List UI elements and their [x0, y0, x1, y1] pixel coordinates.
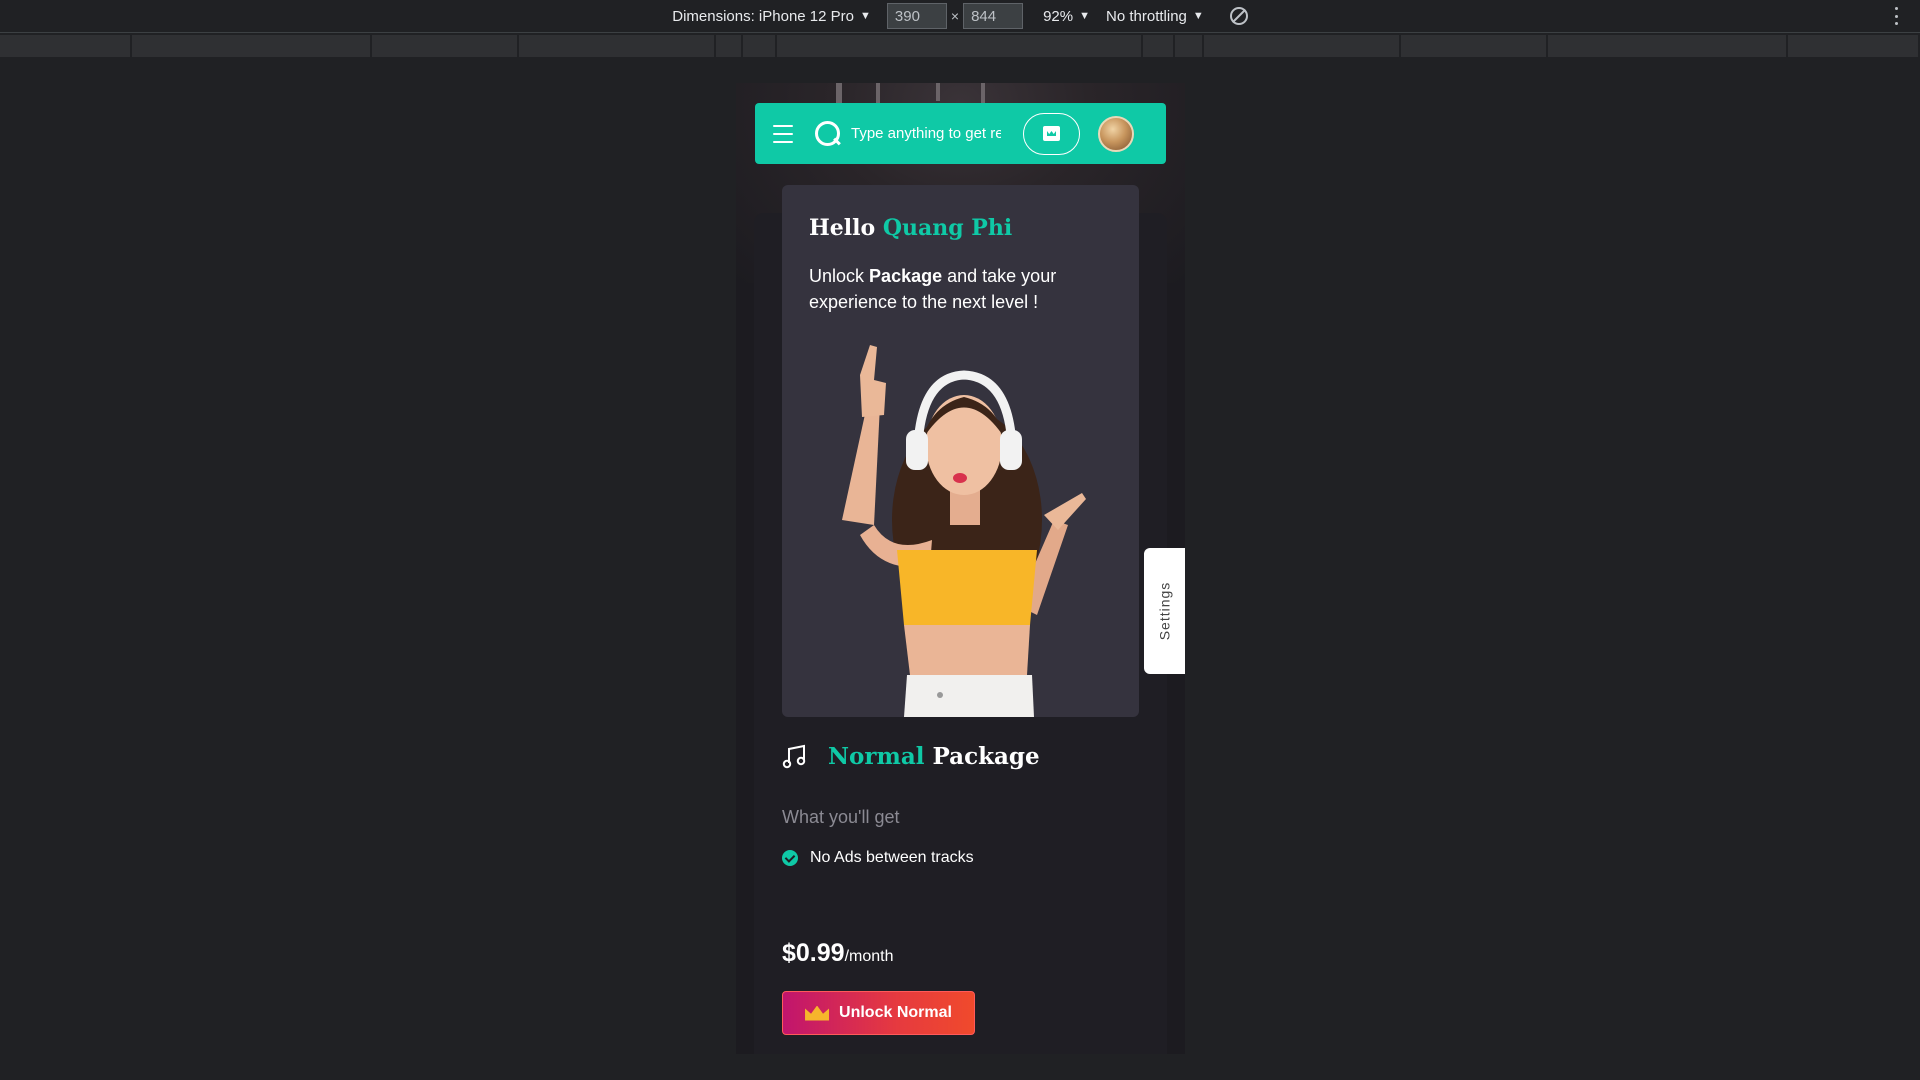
price-amount: $0.99 — [782, 939, 845, 967]
settings-label: Settings — [1156, 581, 1173, 641]
promo-text-bold: Package — [869, 266, 943, 286]
music-note-icon — [782, 744, 806, 768]
menu-icon[interactable] — [773, 124, 793, 143]
settings-tab[interactable]: Settings — [1144, 548, 1185, 674]
greeting-heading: Hello Quang Phi — [809, 215, 1012, 241]
crown-icon — [1043, 126, 1060, 141]
app-header — [755, 103, 1166, 164]
more-vertical-icon[interactable] — [1894, 7, 1898, 25]
greeting-text: Hello — [809, 215, 876, 241]
chevron-down-icon: ▼ — [1079, 10, 1090, 22]
avatar[interactable] — [1098, 115, 1134, 152]
device-dimensions-select[interactable]: Dimensions: iPhone 12 Pro ▼ — [672, 8, 871, 25]
package-suffix: Package — [932, 743, 1040, 770]
device-dimensions-label: Dimensions: iPhone 12 Pro — [672, 7, 854, 25]
throttling-label: No throttling — [1106, 7, 1187, 25]
media-query-ruler[interactable] — [0, 35, 1920, 57]
zoom-label: 92% — [1043, 7, 1074, 25]
zoom-select[interactable]: 92% ▼ — [1043, 8, 1090, 25]
promo-card: Hello Quang Phi Unlock Package and take … — [782, 185, 1139, 717]
devtools-toolbar: Dimensions: iPhone 12 Pro ▼ 390 × 844 92… — [0, 0, 1920, 33]
device-width-input[interactable]: 390 — [886, 3, 947, 29]
premium-button[interactable] — [1023, 112, 1080, 155]
device-height-input[interactable]: 844 — [963, 3, 1024, 29]
feature-text: No Ads between tracks — [810, 849, 974, 866]
search-icon[interactable] — [815, 120, 841, 147]
rotate-icon[interactable] — [1229, 7, 1248, 25]
crown-icon — [805, 1005, 830, 1021]
search-input[interactable] — [851, 125, 1001, 142]
unlock-normal-button[interactable]: Unlock Normal — [782, 991, 975, 1035]
user-name: Quang Phi — [882, 215, 1013, 241]
promo-text-intro: Unlock — [809, 266, 865, 286]
promo-description: Unlock Package and take your experience … — [809, 263, 1109, 315]
package-heading: Normal Package — [828, 743, 1040, 770]
price: $0.99/month — [782, 939, 893, 968]
hero-illustration — [842, 345, 1086, 717]
package-title: Normal Package — [782, 743, 1040, 770]
chevron-down-icon: ▼ — [860, 10, 871, 22]
unlock-button-label: Unlock Normal — [839, 1004, 952, 1021]
chevron-down-icon: ▼ — [1192, 10, 1204, 22]
list-item: No Ads between tracks — [782, 849, 974, 867]
what-you-get-label: What you'll get — [782, 807, 900, 827]
check-circle-icon — [782, 850, 798, 866]
throttling-select[interactable]: No throttling ▼ — [1106, 8, 1204, 25]
package-name: Normal — [828, 743, 925, 770]
price-period: /month — [844, 948, 894, 965]
device-viewport: Hello Quang Phi Unlock Package and take … — [736, 83, 1185, 1054]
dimension-separator: × — [950, 8, 960, 24]
